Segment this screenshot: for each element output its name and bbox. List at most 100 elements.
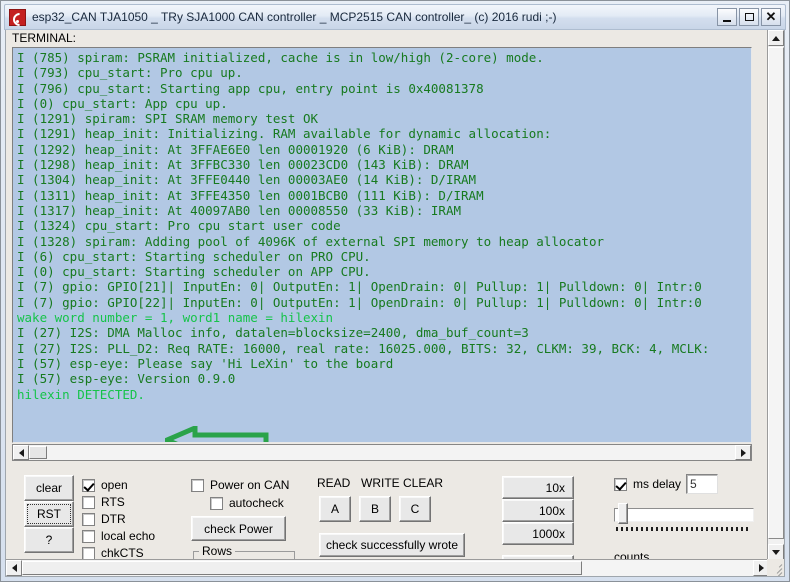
application-window: esp32_CAN TJA1050 _ TRy SJA1000 CAN cont… [0,0,790,582]
chevron-right-icon [740,448,746,457]
checkbox-open-box[interactable] [82,478,95,492]
terminal-line: I (796) cpu_start: Starting app cpu, ent… [17,80,484,96]
checkbox-chkcts-label: chkCTS [101,546,144,560]
label-write: WRITE [361,476,400,490]
window-hscroll-track[interactable] [22,560,753,576]
help-button[interactable]: ? [24,527,74,553]
terminal-line: I (1317) heap_init: At 40097AB0 len 0000… [17,202,462,218]
checkbox-ms-delay[interactable]: ms delay [614,477,681,491]
checkbox-open[interactable]: open [82,478,128,492]
rows-group-legend: Rows [199,544,236,558]
rst-button[interactable]: RST [24,501,74,527]
chevron-up-icon [772,35,780,41]
terminal-hscroll-track[interactable] [29,445,735,460]
delay-slider[interactable] [614,501,754,535]
terminal-line: hilexin DETECTED. [17,386,145,402]
close-icon: ✕ [765,9,777,24]
terminal-line: I (27) I2S: DMA Malloc info, datalen=blo… [17,325,529,341]
terminal-label: TERMINAL: [12,31,77,45]
checkbox-power-on-can-box[interactable] [191,478,204,492]
checkbox-local-echo[interactable]: local echo [82,529,155,543]
terminal-line: I (6) cpu_start: Starting scheduler on P… [17,248,371,264]
read-a-button[interactable]: A [319,496,351,522]
checkbox-open-label: open [101,478,128,492]
terminal-line: I (1328) spiram: Adding pool of 4096K of… [17,233,604,249]
window-scroll-left-button[interactable] [6,560,22,576]
checkbox-rts-box[interactable] [82,495,95,509]
terminal-line: I (57) esp-eye: Please say 'Hi LeXin' to… [17,355,394,371]
scroll-down-button[interactable] [768,544,784,560]
window-vscrollbar[interactable] [767,30,784,560]
checkbox-local-echo-label: local echo [101,529,156,543]
terminal-scroll-left-button[interactable] [13,445,29,460]
terminal-line: I (7) gpio: GPIO[22]| InputEn: 0| Output… [17,294,702,310]
write-b-button[interactable]: B [359,496,391,522]
terminal-line: I (1292) heap_init: At 3FFAE6E0 len 0000… [17,141,454,157]
terminal-hscroll-thumb[interactable] [29,446,47,459]
check-successfully-wrote-button[interactable]: check successfully wrote [319,533,465,557]
checkbox-ms-delay-label: ms delay [633,477,682,491]
checkbox-autocheck[interactable]: autocheck [210,496,284,510]
clear-c-button[interactable]: C [399,496,431,522]
title-bar: esp32_CAN TJA1050 _ TRy SJA1000 CAN cont… [4,4,786,30]
terminal-line-list: I (785) spiram: PSRAM initialized, cache… [13,48,751,442]
close-button[interactable]: ✕ [761,8,781,26]
chevron-down-icon [772,549,780,555]
multiplier-1000x-button[interactable]: 1000x [502,522,574,545]
label-clear: CLEAR [403,476,444,490]
terminal-line: I (0) cpu_start: App cpu up. [17,95,228,111]
chevron-left-icon [18,448,24,457]
multiplier-10x-button[interactable]: 10x [502,476,574,499]
terminal-line: I (793) cpu_start: Pro cpu up. [17,65,243,81]
resize-grip[interactable] [767,559,784,576]
clear-button[interactable]: clear [24,475,74,501]
checkbox-power-on-can[interactable]: Power on CAN [191,478,289,492]
wifi-signal-icon [9,8,26,26]
delay-slider-track[interactable] [614,508,754,522]
terminal-line: I (1311) heap_init: At 3FFE4350 len 0001… [17,187,484,203]
window-hscroll-thumb[interactable] [22,561,582,575]
client-area: TERMINAL: I (785) spiram: PSRAM initiali… [5,30,785,577]
window-vscroll-thumb[interactable] [768,47,784,539]
terminal-line: I (0) cpu_start: Starting scheduler on A… [17,264,371,280]
window-controls: ✕ [717,8,781,26]
terminal-line: I (57) esp-eye: Version 0.9.0 [17,371,236,387]
checkbox-dtr-box[interactable] [82,512,95,526]
terminal-line: I (1291) spiram: SPI SRAM memory test OK [17,111,319,127]
scroll-up-button[interactable] [768,30,784,46]
checkbox-autocheck-label: autocheck [229,496,284,510]
terminal-line: wake word number = 1, word1 name = hilex… [17,310,334,326]
terminal-line: I (785) spiram: PSRAM initialized, cache… [17,50,544,65]
terminal-scroll-right-button[interactable] [735,445,751,460]
checkbox-rts-label: RTS [101,495,125,509]
chevron-left-icon [11,564,17,572]
checkbox-rts[interactable]: RTS [82,495,125,509]
terminal-output[interactable]: I (785) spiram: PSRAM initialized, cache… [12,47,752,443]
terminal-line: I (7) gpio: GPIO[21]| InputEn: 0| Output… [17,279,702,295]
terminal-line: I (1298) heap_init: At 3FFBC330 len 0002… [17,157,469,173]
window-title: esp32_CAN TJA1050 _ TRy SJA1000 CAN cont… [32,10,557,24]
checkbox-autocheck-box[interactable] [210,496,223,510]
terminal-line: I (1324) cpu_start: Pro cpu start user c… [17,218,341,234]
chevron-right-icon [758,564,764,572]
label-read: READ [317,476,351,490]
delay-slider-thumb[interactable] [618,503,628,524]
multiplier-100x-button[interactable]: 100x [502,499,574,522]
maximize-button[interactable] [739,8,759,26]
checkbox-chkcts-box[interactable] [82,546,95,560]
checkbox-dtr[interactable]: DTR [82,512,126,526]
checkbox-power-on-can-label: Power on CAN [210,478,290,492]
terminal-hscrollbar[interactable] [12,444,752,461]
minimize-button[interactable] [717,8,737,26]
delay-slider-ticks [616,527,748,531]
ms-delay-field[interactable]: 5 [686,474,718,494]
checkbox-ms-delay-box[interactable] [614,477,627,491]
checkbox-local-echo-box[interactable] [82,529,95,543]
terminal-line: I (1304) heap_init: At 3FFE0440 len 0000… [17,172,477,188]
terminal-line: I (1291) heap_init: Initializing. RAM av… [17,126,552,142]
checkbox-chkcts[interactable]: chkCTS [82,546,144,560]
checkbox-dtr-label: DTR [101,512,126,526]
terminal-line: I (27) I2S: PLL_D2: Req RATE: 16000, rea… [17,340,710,356]
window-hscrollbar[interactable] [6,559,769,576]
check-power-button[interactable]: check Power [191,516,286,541]
